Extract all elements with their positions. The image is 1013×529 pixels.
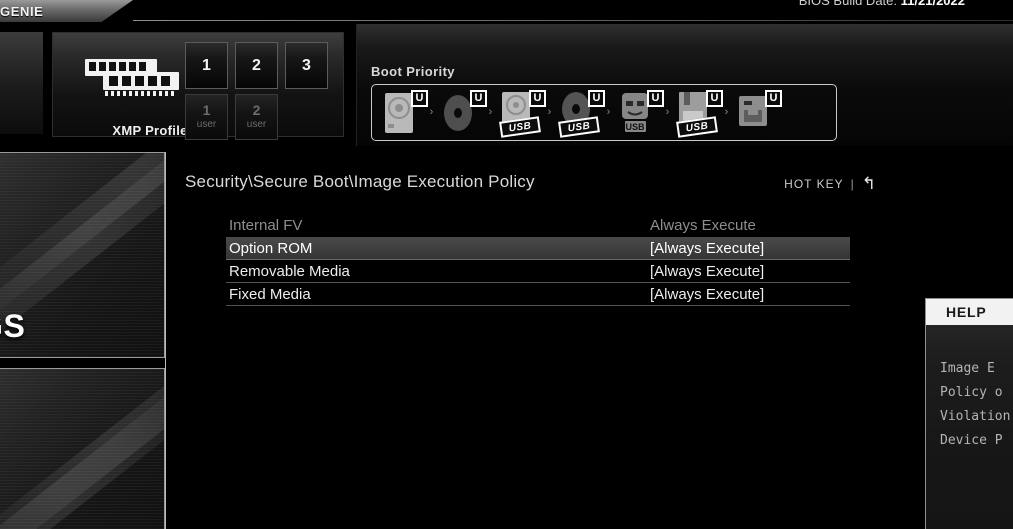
hotkey-separator: | [850,176,855,191]
setting-value: Always Execute [650,216,756,234]
help-text-line: Policy o [940,385,1003,400]
bios-build-date: BIOS Build Date: 11/21/2022 [799,0,965,8]
boot-device-usb-flash-drive[interactable]: USB U [614,89,664,136]
boot-device-hard-disk[interactable]: U [378,89,428,136]
xmp-profile-2-button[interactable]: 2 [235,42,278,89]
sidebar-card-overclocking-settings[interactable]: ing settings [0,368,165,529]
xmp-profile-3-button[interactable]: 3 [285,42,328,89]
help-panel-title: HELP [946,304,987,320]
help-text-line: Device P [940,433,1003,448]
boot-order-arrow: › [665,106,670,118]
sidebar-card-1-title: TINGS [0,308,26,344]
setting-name: Option ROM [229,239,313,257]
memory-module-icon [83,55,195,101]
setting-name: Internal FV [229,216,303,234]
xmp-user-profile-1-number: 1 [202,102,211,118]
uefi-badge: U [470,89,487,107]
boot-device-optical-disc[interactable]: U [437,89,487,136]
boot-order-arrow: › [606,106,611,118]
top-bar: GENIE BIOS Build Date: 11/21/2022 [0,0,1013,24]
sidebar-card-motherboard-settings[interactable]: ard settings TINGS [0,152,165,358]
xmp-profile-panel: XMP Profile 1 2 3 1 user 2 user [52,32,344,140]
setting-row-removable-media[interactable]: Removable Media [Always Execute] [226,260,850,283]
boot-priority-list[interactable]: U › U › USB U › USB U › USB U › USB U › … [371,84,837,141]
back-icon[interactable]: ↰ [862,175,877,192]
setting-row-option-rom[interactable]: Option ROM [Always Execute] [226,237,850,260]
tab-underline [133,20,1013,21]
sidebar: ard settings TINGS ing settings [0,146,166,529]
tab-oc-genie[interactable]: GENIE [0,0,133,22]
boot-device-usb-hard-disk[interactable]: USB U [496,89,546,138]
boot-device-network-lan[interactable]: U [732,89,782,136]
help-panel-body: HELP Image E Policy o Violation Device P [925,298,1013,529]
svg-text:USB: USB [625,122,645,132]
boot-priority-title: Boot Priority [371,64,455,79]
setting-value: [Always Execute] [650,262,765,280]
xmp-profile-3-label: 3 [302,56,311,74]
xmp-user-profile-1-sub: user [196,119,217,130]
header-left-stub [0,32,44,134]
boot-order-arrow: › [547,106,552,118]
settings-list: Internal FV Always Execute Option ROM [A… [226,214,850,306]
setting-value: [Always Execute] [650,239,765,257]
help-panel-header: HELP [926,299,1013,325]
setting-name: Removable Media [229,262,350,280]
xmp-profile-1-button[interactable]: 1 [185,42,228,89]
uefi-badge: U [588,89,605,107]
header-zone: XMP Profile 1 2 3 1 user 2 user Boot Pri… [0,24,1013,146]
xmp-user-profile-2-button[interactable]: 2 user [235,94,278,140]
main-panel: Security\Secure Boot\Image Execution Pol… [166,146,913,529]
boot-order-arrow: › [724,106,729,118]
bios-screen: GENIE BIOS Build Date: 11/21/2022 XMP Pr… [0,0,1013,529]
setting-value: [Always Execute] [650,285,765,303]
xmp-user-profile-2-sub: user [246,119,267,130]
uefi-badge: U [647,89,664,107]
help-panel-text: Image E Policy o Violation Device P [940,357,1013,453]
help-text-line: Violation [940,409,1011,424]
boot-order-arrow: › [488,106,493,118]
boot-device-usb-floppy[interactable]: USB U [673,89,723,138]
boot-priority-panel: Boot Priority U › U › USB U › USB U › US… [356,24,1013,146]
usb-tag-label: USB [508,119,532,134]
help-panel: HELP Image E Policy o Violation Device P [919,298,1013,529]
setting-row-internal-fv[interactable]: Internal FV Always Execute [226,214,850,237]
uefi-badge: U [706,89,723,107]
xmp-profile-2-label: 2 [252,56,261,74]
breadcrumb: Security\Secure Boot\Image Execution Pol… [185,172,535,191]
usb-tag-label: USB [567,119,591,134]
tab-oc-genie-label: GENIE [0,3,44,19]
hotkey-label: HOT KEY [784,176,844,191]
uefi-badge: U [411,89,428,107]
xmp-user-profile-1-button[interactable]: 1 user [185,94,228,140]
usb-tag-label: USB [685,119,709,134]
boot-order-arrow: › [429,106,434,118]
bios-build-date-label: BIOS Build Date: [798,0,898,8]
xmp-user-profile-2-number: 2 [252,102,261,118]
body-zone: ard settings TINGS ing settings Security… [0,146,1013,529]
hotkey-control[interactable]: HOT KEY | ↰ [784,175,877,192]
uefi-badge: U [529,89,546,107]
uefi-badge: U [765,89,782,107]
setting-name: Fixed Media [229,285,311,303]
help-text-line: Image E [940,361,995,376]
setting-row-fixed-media[interactable]: Fixed Media [Always Execute] [226,283,850,306]
bios-build-date-value: 11/21/2022 [900,0,965,8]
boot-device-usb-optical-disc[interactable]: USB U [555,89,605,138]
xmp-profile-1-label: 1 [202,56,211,74]
